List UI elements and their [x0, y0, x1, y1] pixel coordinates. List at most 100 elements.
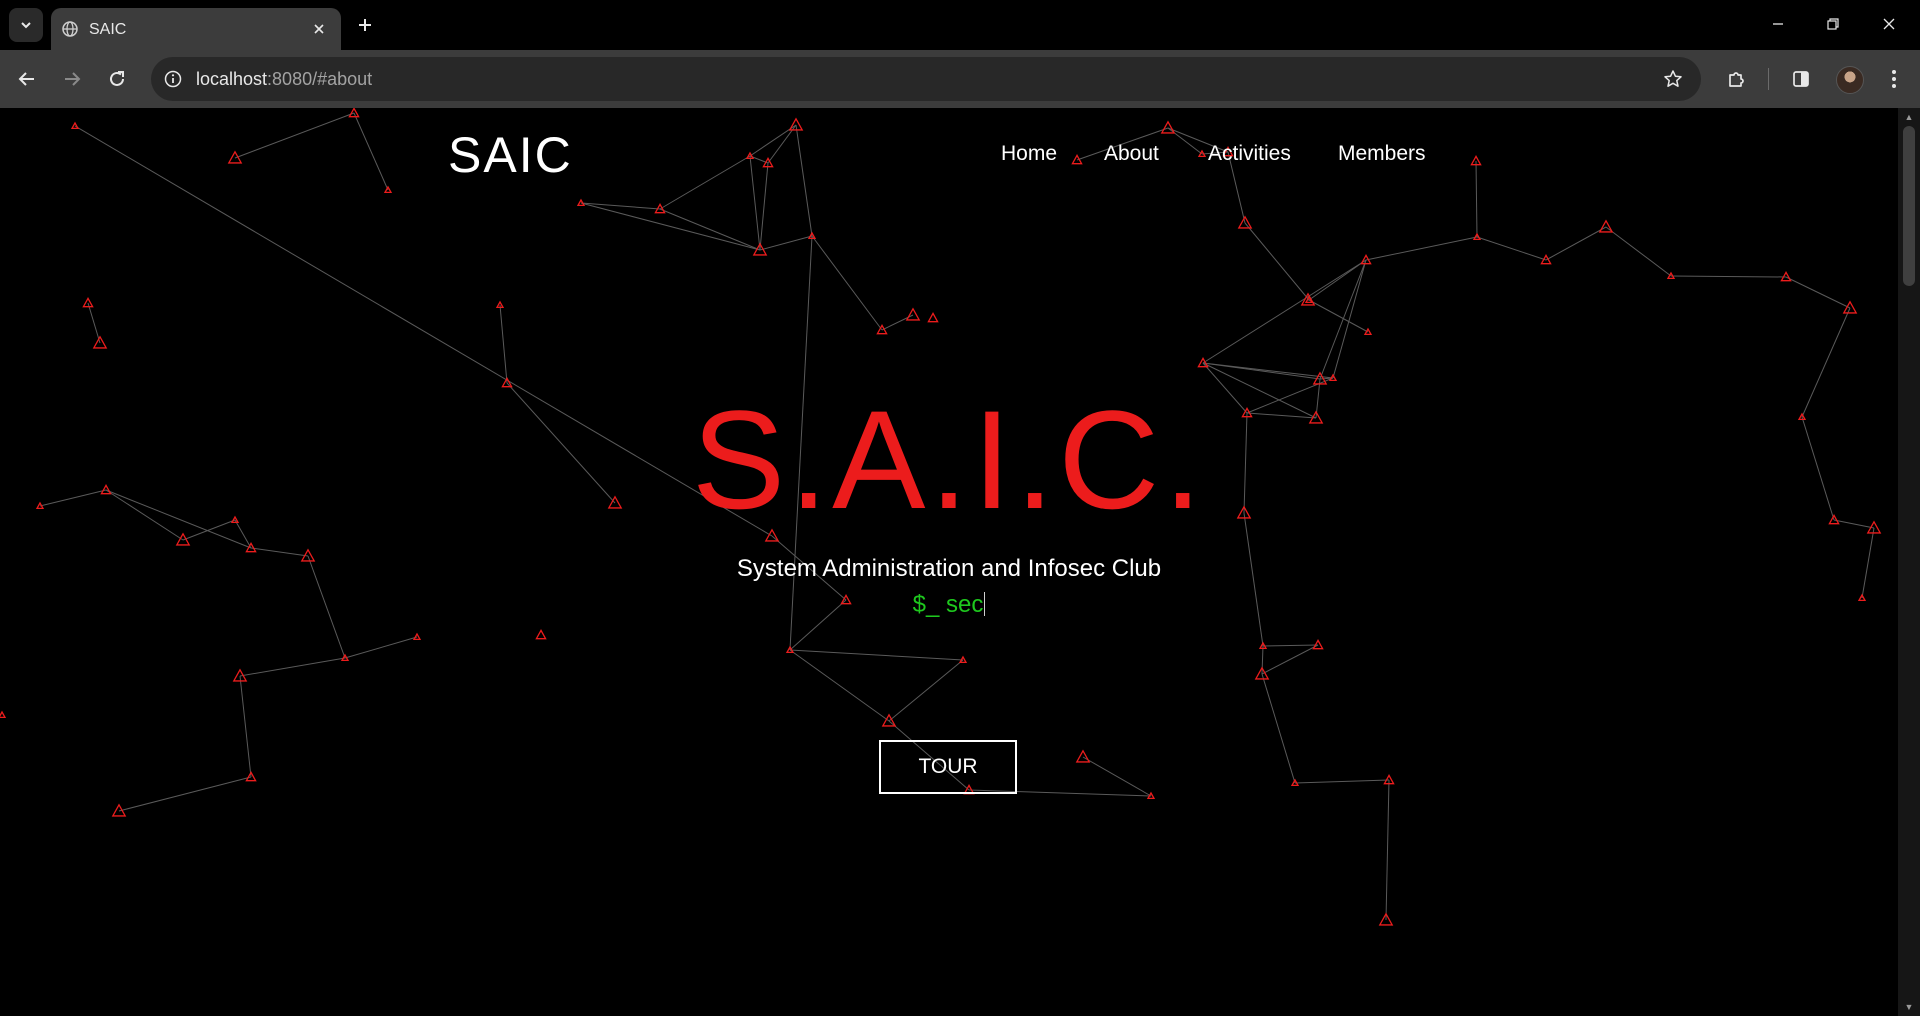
- network-node-icon: [412, 632, 422, 641]
- arrow-right-icon: [65, 72, 81, 86]
- network-link: [749, 155, 761, 251]
- restore-icon: [1827, 18, 1839, 30]
- browser-menu-button[interactable]: [1876, 61, 1912, 97]
- network-node-icon: [0, 710, 7, 719]
- network-node-icon: [175, 532, 191, 546]
- typing-terminal-line: $_ sec: [0, 591, 1898, 619]
- tour-button[interactable]: TOUR: [879, 740, 1017, 794]
- toolbar-divider: [1768, 68, 1769, 90]
- network-link: [749, 124, 797, 157]
- network-link: [353, 112, 389, 191]
- network-node-icon: [905, 307, 921, 321]
- address-bar[interactable]: localhost:8080/#about: [151, 57, 1701, 101]
- network-link: [580, 202, 761, 251]
- network-link: [1545, 226, 1607, 261]
- scrollbar-thumb[interactable]: [1903, 126, 1915, 286]
- network-link: [87, 302, 101, 344]
- network-link: [888, 659, 964, 722]
- typed-text: $_ sec: [912, 591, 984, 618]
- network-link: [344, 636, 418, 659]
- reload-button[interactable]: [99, 61, 135, 97]
- page-viewport: SAIC Home About Activities Members S.A.I…: [0, 108, 1898, 1016]
- network-link: [789, 649, 964, 661]
- network-link: [1605, 226, 1672, 277]
- network-node-icon: [535, 629, 547, 640]
- extensions-button[interactable]: [1718, 61, 1754, 97]
- network-link: [239, 675, 252, 778]
- restore-window-button[interactable]: [1810, 6, 1856, 42]
- close-tab-icon[interactable]: [309, 19, 329, 39]
- network-link: [1475, 160, 1478, 238]
- chevron-down-icon: [21, 22, 31, 29]
- nav-link-activities[interactable]: Activities: [1208, 142, 1291, 166]
- more-vertical-icon: [1892, 70, 1896, 88]
- globe-icon: [62, 21, 78, 37]
- new-tab-button[interactable]: [352, 12, 378, 38]
- tab-search-button[interactable]: [9, 8, 43, 42]
- network-link: [1365, 236, 1478, 261]
- network-node-icon: [576, 198, 586, 207]
- profile-avatar[interactable]: [1836, 66, 1864, 94]
- network-link: [1261, 673, 1296, 784]
- minimize-window-button[interactable]: [1755, 6, 1801, 42]
- network-link: [1319, 259, 1367, 380]
- browser-tab-active[interactable]: SAIC: [51, 8, 341, 50]
- network-link: [234, 112, 355, 159]
- network-node-icon: [82, 297, 94, 308]
- browser-tabstrip: SAIC: [0, 0, 1920, 50]
- nav-link-home[interactable]: Home: [1001, 142, 1057, 166]
- network-link: [811, 235, 883, 331]
- network-link: [239, 657, 346, 677]
- text-cursor: [984, 592, 986, 616]
- tab-title: SAIC: [89, 21, 127, 38]
- network-link: [1262, 644, 1319, 647]
- bookmark-star-icon[interactable]: [1662, 68, 1684, 90]
- back-button[interactable]: [9, 61, 45, 97]
- network-node-icon: [70, 121, 80, 130]
- nav-link-about[interactable]: About: [1104, 142, 1159, 166]
- side-panel-icon: [1793, 71, 1809, 87]
- scroll-up-icon[interactable]: ▲: [1903, 111, 1915, 123]
- browser-toolbar: localhost:8080/#about: [0, 50, 1920, 108]
- network-node-icon: [1842, 300, 1858, 314]
- url-text[interactable]: localhost:8080/#about: [196, 69, 372, 90]
- network-link: [1476, 236, 1547, 261]
- network-link: [1308, 259, 1367, 301]
- close-icon: [1883, 18, 1895, 30]
- network-node-icon: [348, 108, 360, 118]
- network-link: [789, 649, 890, 722]
- network-link: [759, 162, 769, 251]
- url-host: localhost: [196, 69, 268, 89]
- plus-icon: [359, 19, 371, 31]
- network-link: [1670, 275, 1787, 278]
- arrow-left-icon: [18, 72, 34, 86]
- network-link: [1294, 779, 1390, 784]
- scroll-down-icon[interactable]: ▼: [1903, 1001, 1915, 1013]
- network-link: [118, 776, 252, 812]
- network-node-icon: [227, 150, 243, 164]
- network-link: [767, 124, 797, 164]
- site-logo[interactable]: SAIC: [448, 126, 573, 184]
- network-link: [659, 208, 761, 251]
- page-scrollbar[interactable]: ▲ ▼: [1898, 108, 1920, 1016]
- forward-button[interactable]: [54, 61, 90, 97]
- reload-icon: [110, 71, 124, 86]
- network-node-icon: [1312, 639, 1324, 650]
- site-info-icon[interactable]: [162, 68, 184, 90]
- nav-link-members[interactable]: Members: [1338, 142, 1426, 166]
- network-link: [795, 124, 813, 237]
- network-link: [1244, 222, 1310, 301]
- close-window-button[interactable]: [1866, 6, 1912, 42]
- puzzle-icon: [1729, 72, 1744, 87]
- network-link: [1385, 779, 1390, 921]
- hero-subtitle: System Administration and Infosec Club: [736, 555, 1162, 582]
- hero-title: S.A.I.C.: [691, 381, 1207, 538]
- network-node-icon: [927, 312, 939, 323]
- network-link: [759, 235, 813, 251]
- network-link: [659, 155, 751, 210]
- network-link: [1785, 276, 1851, 309]
- side-panel-button[interactable]: [1783, 61, 1819, 97]
- network-node-icon: [1075, 749, 1091, 763]
- network-link: [1082, 756, 1152, 797]
- network-link: [1308, 299, 1369, 333]
